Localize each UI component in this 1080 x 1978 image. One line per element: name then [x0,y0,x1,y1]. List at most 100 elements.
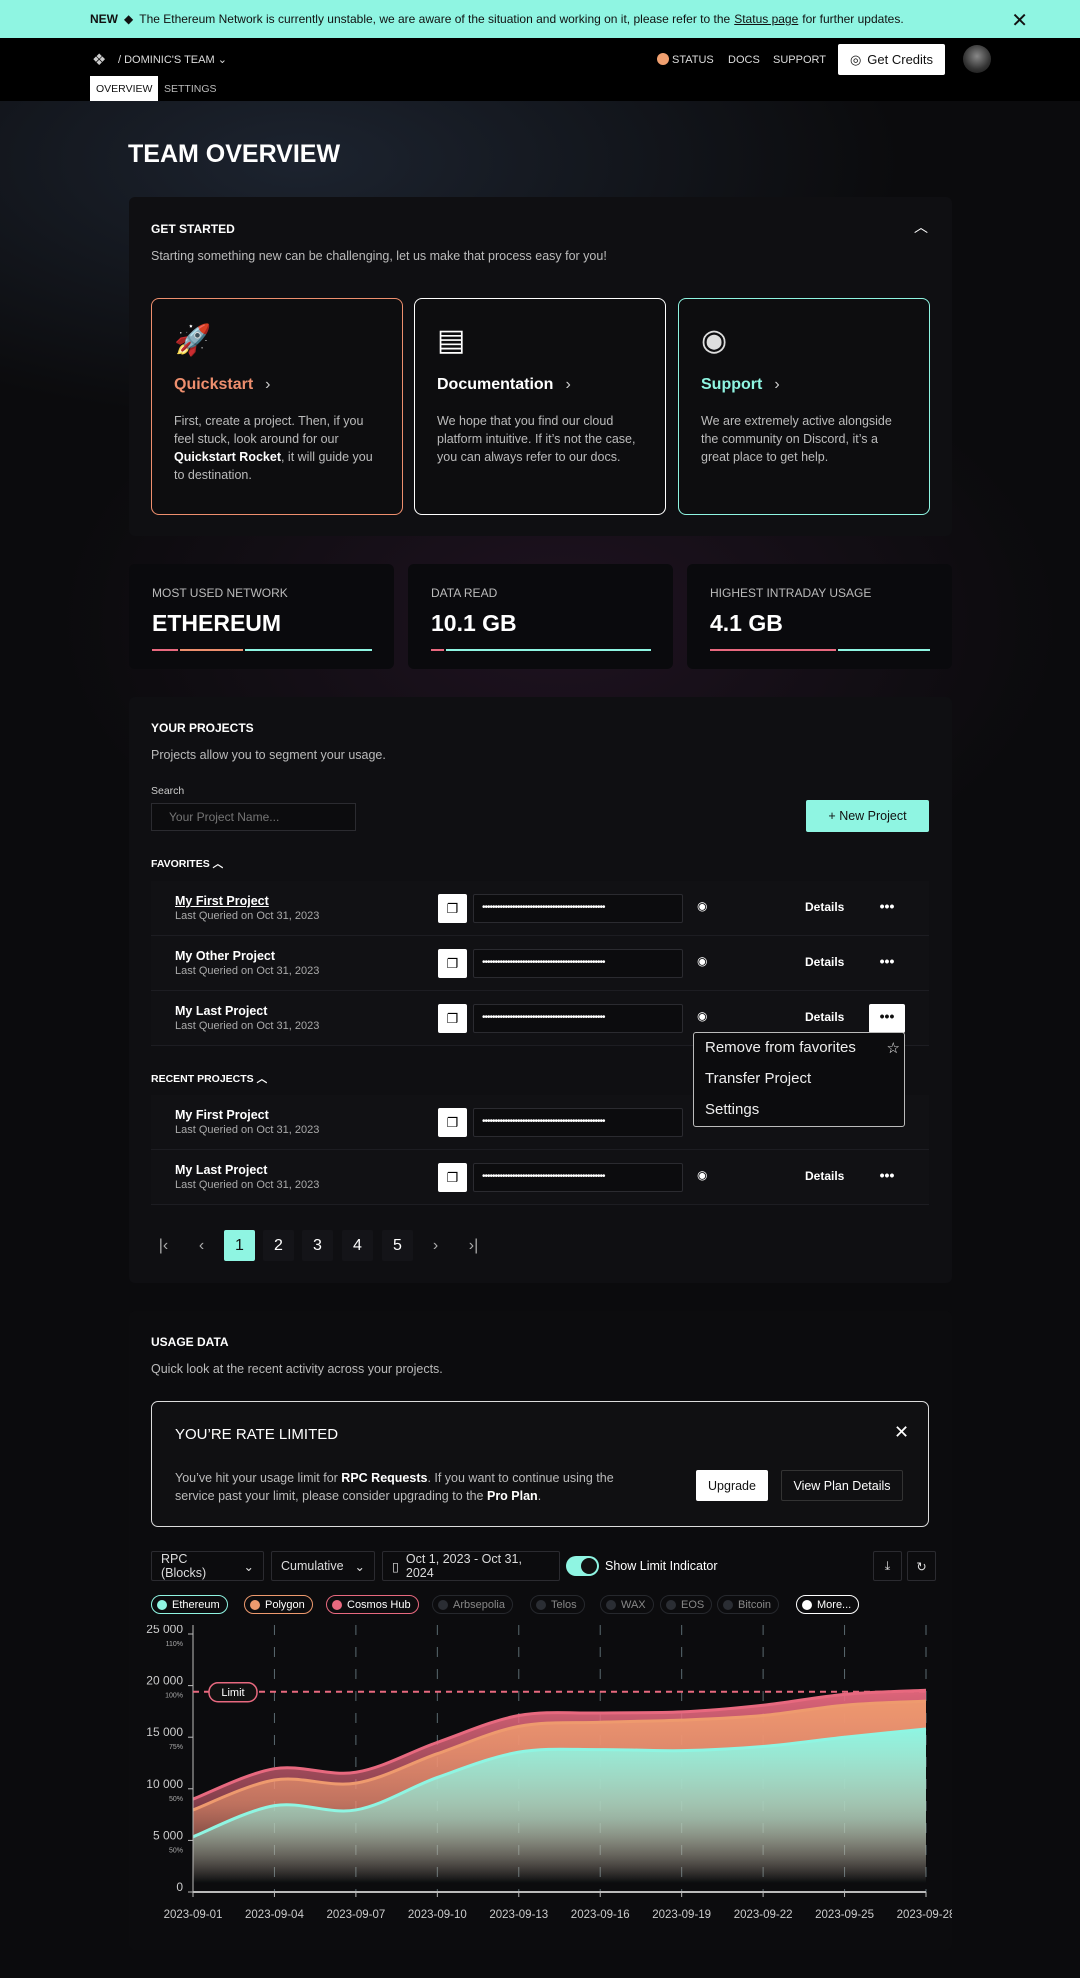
network-filter-chip[interactable]: Cosmos Hub [326,1595,419,1614]
network-filter-chip[interactable]: Polygon [244,1595,313,1614]
tab-settings[interactable]: SETTINGS [164,83,217,95]
show-limit-toggle[interactable] [566,1556,599,1576]
menu-item-remove-favorite[interactable]: Remove from favorites ☆ [705,1039,900,1057]
projects-subtitle: Projects allow you to segment your usage… [151,748,386,762]
more-options-button[interactable]: ••• [869,894,905,923]
avatar[interactable] [963,45,991,73]
view-plan-details-button[interactable]: View Plan Details [781,1470,903,1501]
card-quickstart[interactable]: 🚀 Quickstart › First, create a project. T… [151,298,403,515]
page-3-button[interactable]: 3 [302,1230,333,1261]
card-support[interactable]: ◉ Support › We are extremely active along… [678,298,930,515]
details-button[interactable]: Details [805,900,844,914]
recent-toggle[interactable]: RECENT PROJECTS ︿ [151,1071,267,1086]
details-button[interactable]: Details [805,1010,844,1024]
x-tick-label: 2023-09-01 [164,1909,223,1921]
download-button[interactable]: ⤓ [873,1551,902,1581]
eye-icon[interactable]: ◉ [697,1168,707,1182]
x-tick-label: 2023-09-04 [245,1909,304,1921]
favorites-toggle[interactable]: FAVORITES ︿ [151,856,223,871]
close-icon[interactable]: ✕ [1011,8,1028,33]
y-tick-percent: 50% [169,1796,183,1803]
api-key-field[interactable]: ••••••••••••••••••••••••••••••••••••••••… [473,1004,683,1033]
project-name[interactable]: My First Project [175,1108,269,1122]
stat-value: ETHEREUM [152,610,282,636]
search-label: Search [151,785,185,797]
copy-key-button[interactable]: ❐ [438,1163,467,1192]
get-credits-button[interactable]: ◎ Get Credits [838,44,945,75]
usage-bar-segment [152,649,178,651]
alert-close-icon[interactable]: ✕ [894,1422,909,1443]
network-filter-chip[interactable]: Ethereum [151,1595,228,1614]
menu-item-settings[interactable]: Settings [705,1101,759,1118]
menu-item-transfer-project[interactable]: Transfer Project [705,1070,811,1087]
more-options-button[interactable]: ••• [869,1004,905,1033]
network-name: Polygon [265,1598,305,1611]
chevron-right-icon: › [774,376,780,393]
copy-key-button[interactable]: ❐ [438,949,467,978]
y-tick-label: 10 000 [146,1777,183,1791]
stat-card: MOST USED NETWORK ETHEREUM [129,564,394,669]
page-2-button[interactable]: 2 [263,1230,294,1261]
status-link[interactable]: STATUS [672,54,714,66]
refresh-button[interactable]: ↻ [907,1551,936,1581]
api-key-field[interactable]: ••••••••••••••••••••••••••••••••••••••••… [473,1163,683,1192]
prev-page-button[interactable]: ‹ [186,1230,217,1261]
card-documentation[interactable]: ▤ Documentation › We hope that you find o… [414,298,666,515]
api-key-field[interactable]: ••••••••••••••••••••••••••••••••••••••••… [473,894,683,923]
team-switcher[interactable]: / DOMINIC'S TEAM ⌄ [118,53,227,66]
more-options-button[interactable]: ••• [869,1163,905,1192]
mode-value: Cumulative [281,1559,344,1573]
copy-key-button[interactable]: ❐ [438,1108,467,1137]
network-filter-chip[interactable]: Telos [530,1595,585,1614]
tab-overview[interactable]: OVERVIEW [90,76,159,101]
api-key-field[interactable]: ••••••••••••••••••••••••••••••••••••••••… [473,1108,683,1137]
eye-icon[interactable]: ◉ [697,954,707,968]
project-name[interactable]: My First Project [175,894,269,908]
network-name: EOS [681,1598,705,1611]
new-project-button[interactable]: + New Project [806,800,929,832]
last-page-button[interactable]: ›| [458,1230,489,1261]
api-key-field[interactable]: ••••••••••••••••••••••••••••••••••••••••… [473,949,683,978]
first-page-button[interactable]: |‹ [148,1230,179,1261]
details-button[interactable]: Details [805,1169,844,1183]
status-dot [657,53,669,65]
copy-key-button[interactable]: ❐ [438,1004,467,1033]
x-tick-label: 2023-09-07 [326,1909,385,1921]
network-filter-chip[interactable]: More... [796,1595,860,1614]
eye-icon[interactable]: ◉ [697,899,707,913]
rocket-icon: 🚀 [174,324,212,357]
status-page-link[interactable]: Status page [734,12,798,26]
eye-icon[interactable]: ◉ [697,1009,707,1023]
mode-select[interactable]: Cumulative ⌄ [271,1551,375,1581]
network-filter-chip[interactable]: Bitcoin [717,1595,780,1614]
page-5-button[interactable]: 5 [382,1230,413,1261]
logo-icon[interactable]: ❖ [92,50,106,70]
page-4-button[interactable]: 4 [342,1230,373,1261]
more-options-button[interactable]: ••• [869,949,905,978]
projects-title: YOUR PROJECTS [151,721,254,735]
collapse-chevron-icon[interactable]: ︿ [914,217,928,237]
stat-bar [710,649,930,651]
network-filter-chip[interactable]: WAX [600,1595,654,1614]
copy-key-button[interactable]: ❐ [438,894,467,923]
x-tick-label: 2023-09-13 [489,1909,548,1921]
next-page-button[interactable]: › [420,1230,451,1261]
page-1-button[interactable]: 1 [224,1230,255,1261]
book-icon: ▤ [437,324,466,357]
copy-icon: ❐ [446,1010,459,1026]
network-filter-chip[interactable]: Arbsepolia [432,1595,513,1614]
y-tick-percent: 75% [169,1744,183,1751]
project-name[interactable]: My Other Project [175,949,275,963]
project-name[interactable]: My Last Project [175,1163,267,1177]
docs-link[interactable]: DOCS [728,54,760,66]
upgrade-button[interactable]: Upgrade [696,1470,768,1501]
network-filter-chip[interactable]: EOS [660,1595,713,1614]
support-link[interactable]: SUPPORT [773,54,826,66]
x-tick-label: 2023-09-10 [408,1909,467,1921]
banner-text: The Ethereum Network is currently unstab… [139,12,731,26]
date-range-picker[interactable]: ▯ Oct 1, 2023 - Oct 31, 2024 [382,1551,560,1581]
project-name[interactable]: My Last Project [175,1004,267,1018]
search-input[interactable] [151,803,356,831]
metric-select[interactable]: RPC (Blocks) ⌄ [151,1551,264,1581]
details-button[interactable]: Details [805,955,844,969]
